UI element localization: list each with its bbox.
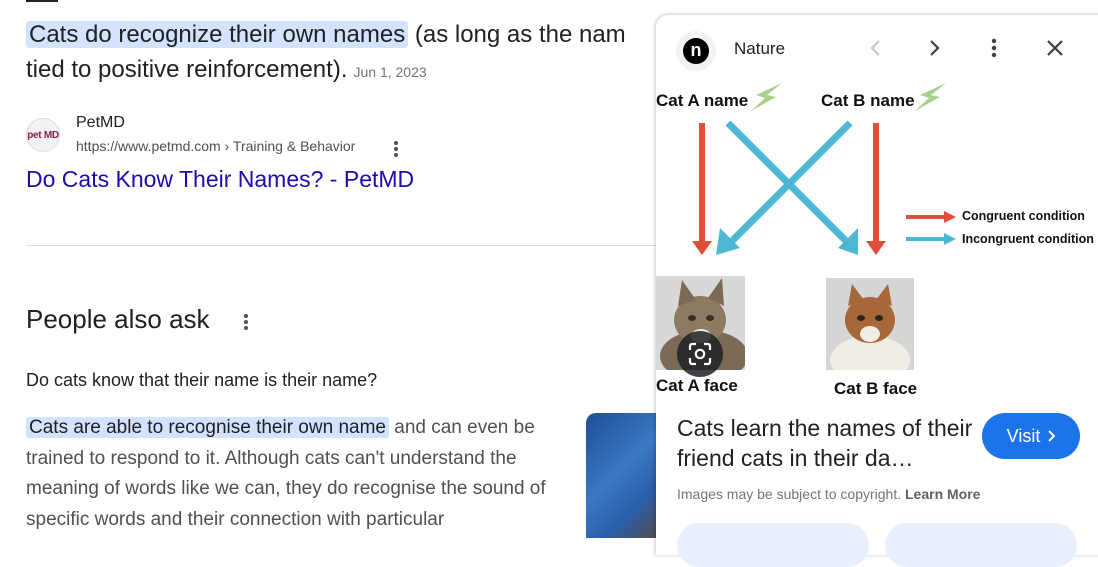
- bottom-action-button-2[interactable]: [885, 523, 1077, 567]
- visit-label: Visit: [1006, 425, 1041, 446]
- panel-title[interactable]: Cats learn the names of their friend cat…: [677, 413, 977, 473]
- legend-incongruent: Incongruent condition: [962, 232, 1094, 246]
- lightning-icon-b: [915, 83, 946, 111]
- result-title-link[interactable]: Do Cats Know Their Names? - PetMD: [26, 166, 414, 193]
- legend-congruent: Congruent condition: [962, 209, 1085, 223]
- snippet-highlight: Cats do recognize their own names: [26, 21, 409, 48]
- answer-highlight: Cats are able to recognise their own nam…: [26, 417, 389, 438]
- copyright-text: Images may be subject to copyright.: [677, 486, 902, 502]
- source-url[interactable]: https://www.petmd.com › Training & Behav…: [76, 138, 355, 154]
- copyright-notice: Images may be subject to copyright. Lear…: [677, 486, 980, 502]
- source-name[interactable]: PetMD: [76, 114, 125, 132]
- close-icon[interactable]: [1039, 32, 1071, 64]
- snippet-text-1: (as long as the nam: [408, 21, 626, 48]
- nature-logo[interactable]: n: [676, 31, 716, 71]
- petmd-favicon[interactable]: pet MD: [26, 118, 60, 152]
- cat-b-face-label: Cat B face: [834, 379, 918, 398]
- result-more-icon[interactable]: [393, 139, 399, 159]
- featured-snippet: Cats do recognize their own names (as lo…: [26, 17, 666, 90]
- people-also-ask-title: People also ask: [26, 304, 210, 334]
- snippet-text-2: tied to positive reinforcement).: [26, 56, 348, 83]
- favicon-text: pet MD: [27, 129, 59, 141]
- cat-a-face-label: Cat A face: [656, 376, 738, 395]
- bottom-action-button-1[interactable]: [677, 523, 869, 567]
- cat-b-photo: [826, 278, 914, 370]
- tab-indicator: [26, 0, 58, 2]
- nature-logo-letter: n: [683, 38, 709, 64]
- lens-icon[interactable]: [677, 331, 723, 377]
- visit-button[interactable]: Visit: [982, 413, 1080, 459]
- learn-more-link[interactable]: Learn More: [905, 486, 980, 502]
- visit-chevron-icon: [1048, 430, 1056, 442]
- image-preview-panel: n Nature Cat A name Cat B name Congruent…: [656, 15, 1098, 567]
- paa-more-icon[interactable]: [243, 312, 249, 332]
- chevron-left-icon[interactable]: [859, 32, 891, 64]
- lightning-icon-a: [751, 83, 782, 111]
- panel-source-name[interactable]: Nature: [734, 39, 785, 59]
- snippet-date: Jun 1, 2023: [353, 64, 427, 80]
- chevron-right-icon[interactable]: [919, 32, 951, 64]
- more-vert-icon[interactable]: [978, 32, 1010, 64]
- paa-question[interactable]: Do cats know that their name is their na…: [26, 370, 377, 391]
- divider: [26, 245, 656, 246]
- paa-answer: Cats are able to recognise their own nam…: [26, 413, 571, 535]
- answer-thumbnail[interactable]: [586, 413, 666, 538]
